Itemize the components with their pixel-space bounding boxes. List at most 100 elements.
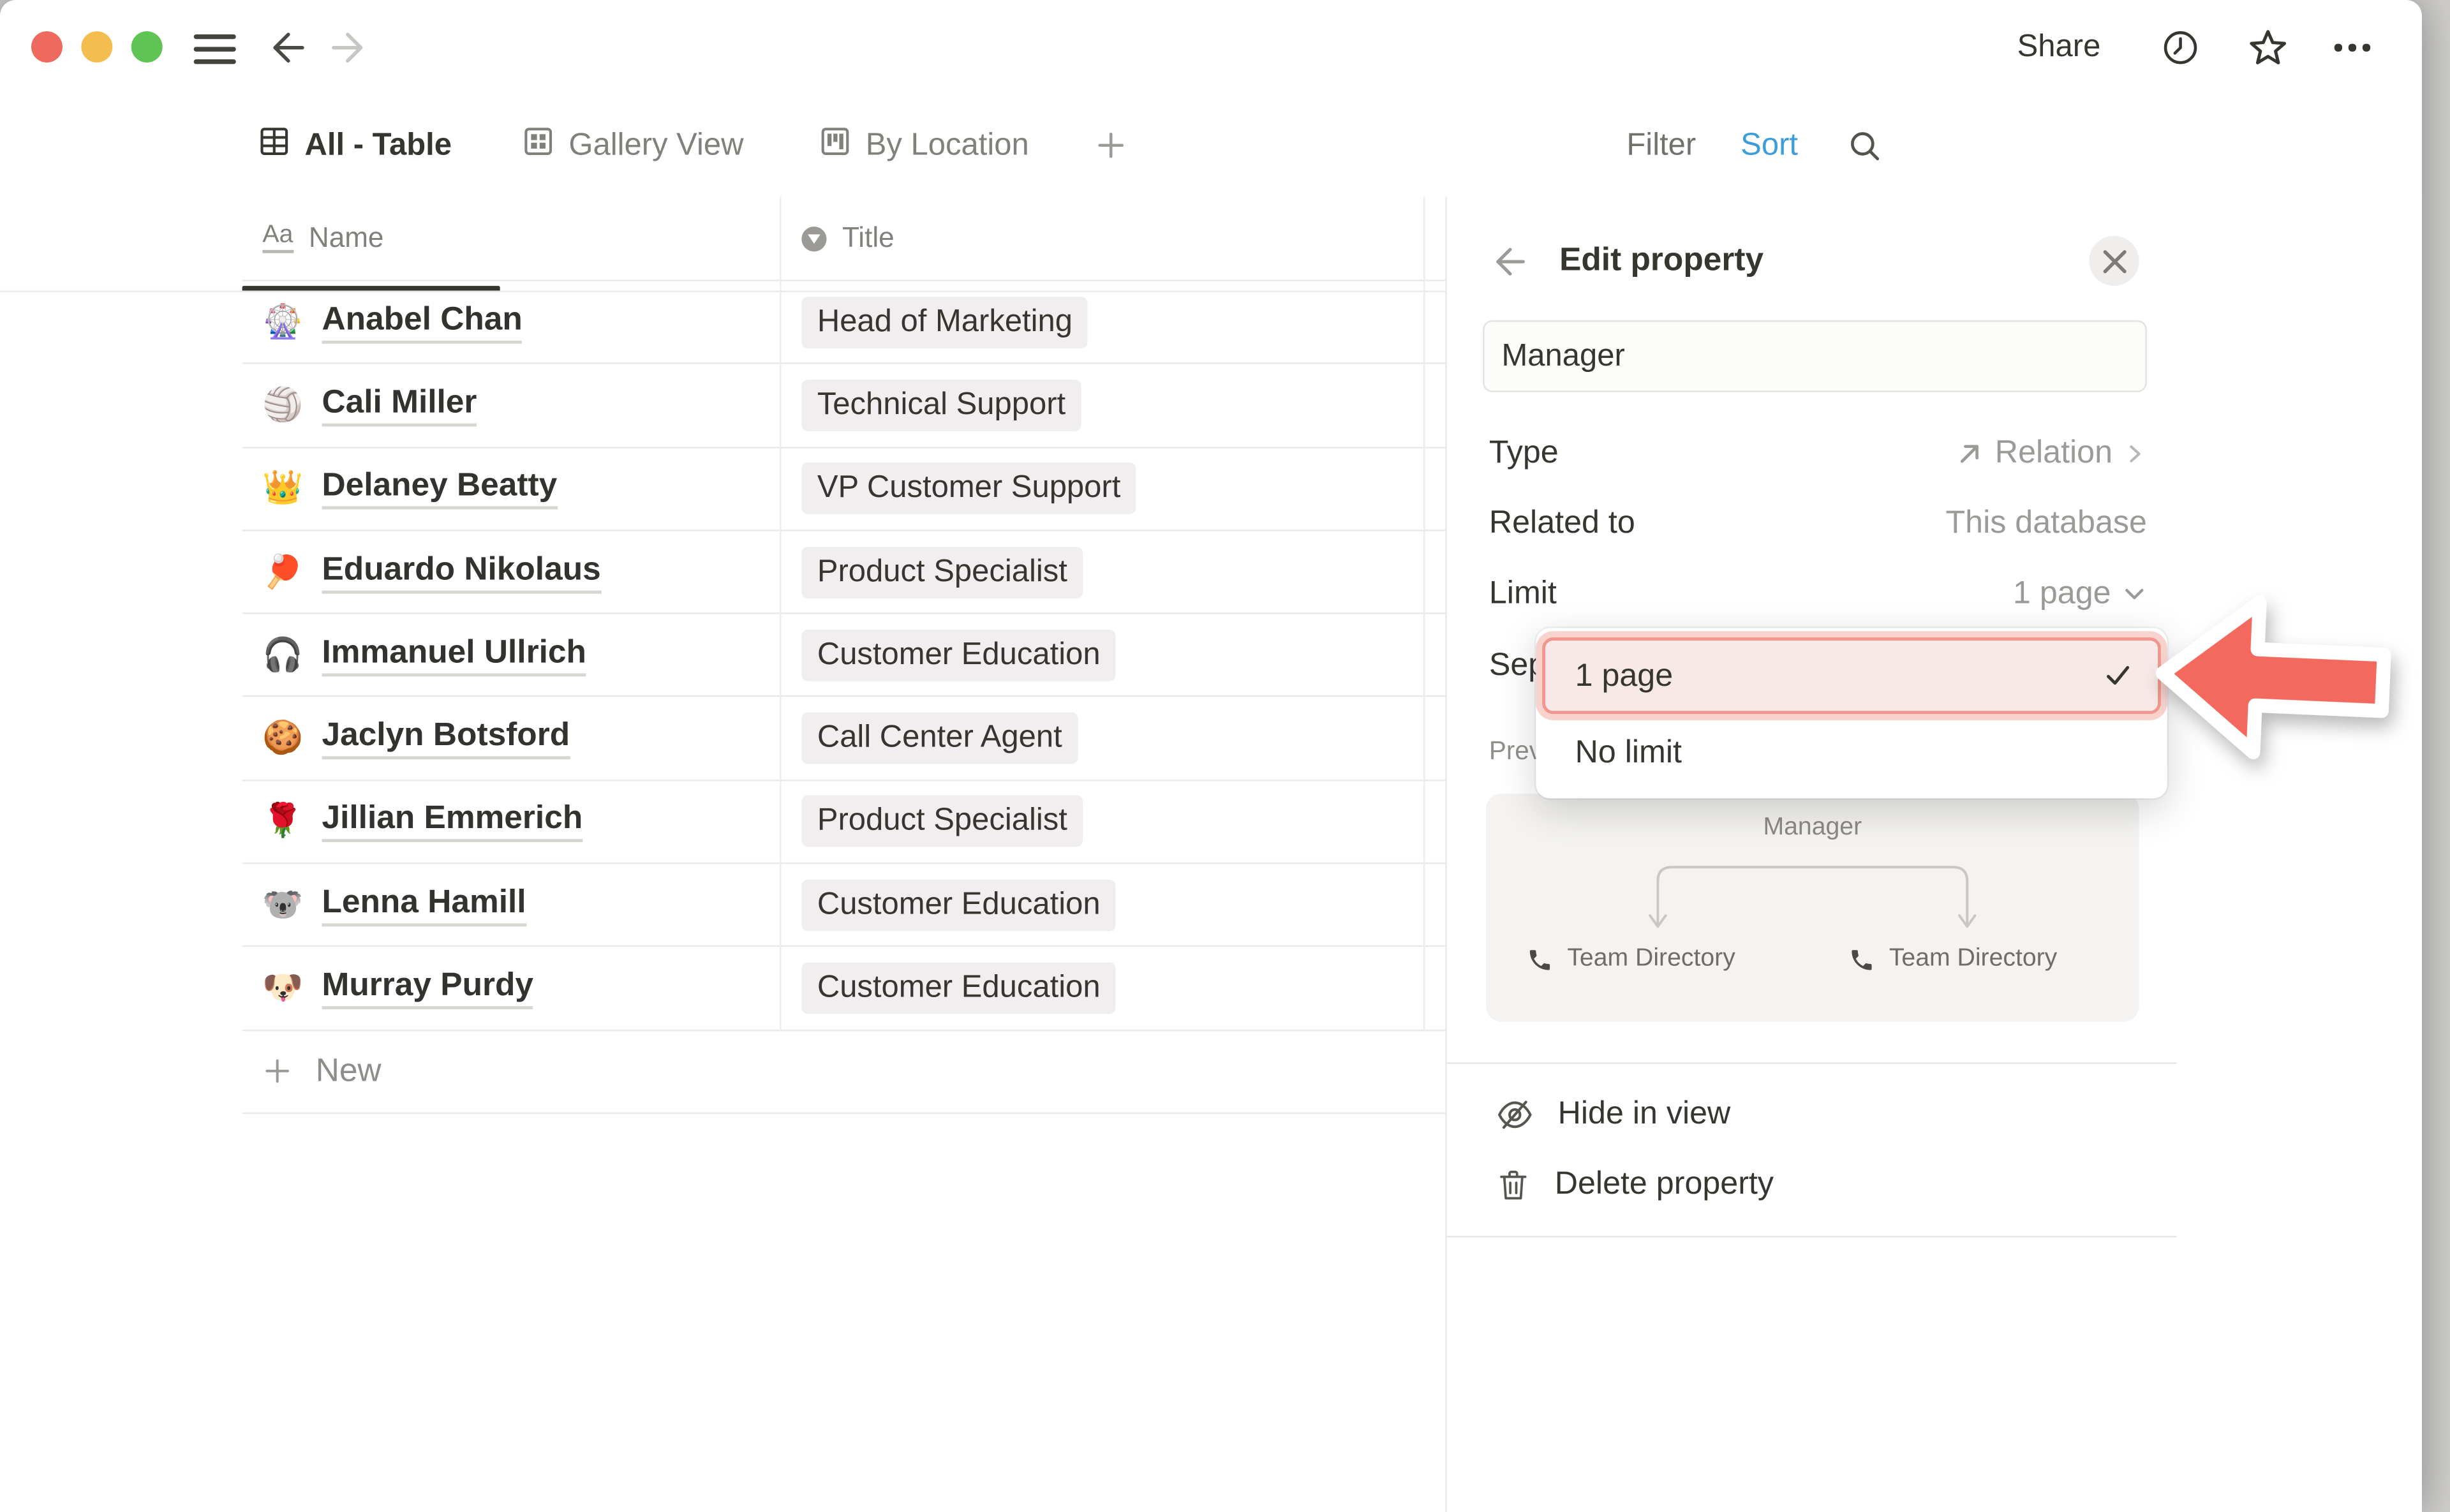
- name-cell[interactable]: 🏓Eduardo Nikolaus: [242, 551, 780, 593]
- text-property-icon: Aa: [262, 223, 293, 253]
- zoom-window-button[interactable]: [131, 31, 163, 63]
- page-emoji-icon: 🌹: [262, 805, 303, 838]
- page-emoji-icon: 👑: [262, 472, 303, 505]
- page-emoji-icon: 🏐: [262, 389, 303, 422]
- trash-icon: [1496, 1166, 1531, 1202]
- tab-gallery-view[interactable]: Gallery View: [522, 97, 744, 194]
- traffic-lights: [31, 31, 163, 63]
- dropdown-option-no-limit[interactable]: No limit: [1542, 719, 2161, 788]
- table-row: 🏐Cali Miller Technical Support: [242, 364, 1446, 448]
- table-header-row: Aa Name Title: [242, 197, 1446, 281]
- title-cell[interactable]: VP Customer Support: [780, 463, 1423, 514]
- title-cell[interactable]: Product Specialist: [780, 546, 1423, 598]
- title-cell[interactable]: Customer Education: [780, 963, 1423, 1014]
- column-header-title[interactable]: Title: [780, 222, 1423, 255]
- table-view-icon: [258, 124, 290, 167]
- column-divider[interactable]: [780, 197, 781, 1032]
- page-emoji-icon: 🎧: [262, 639, 303, 671]
- search-icon[interactable]: [1847, 97, 1883, 194]
- phone-icon: [1848, 946, 1875, 973]
- hide-in-view-button[interactable]: Hide in view: [1483, 1079, 2155, 1148]
- preview-bracket-arrows: [1647, 856, 1978, 939]
- field-row-type[interactable]: Type Relation: [1483, 419, 2147, 487]
- title-cell[interactable]: Call Center Agent: [780, 713, 1423, 764]
- column-header-name[interactable]: Aa Name: [242, 222, 780, 255]
- panel-divider: [1447, 1236, 2177, 1237]
- preview-child-left: Team Directory: [1527, 945, 1735, 974]
- property-name-input[interactable]: [1483, 320, 2147, 392]
- table-row: 🌹Jillian Emmerich Product Specialist: [242, 781, 1446, 864]
- minimize-window-button[interactable]: [81, 31, 112, 63]
- sort-button[interactable]: Sort: [1741, 97, 1798, 194]
- name-cell[interactable]: 🐨Lenna Hamill: [242, 884, 780, 926]
- view-tabbar: All - Table Gallery View By Location Fil…: [0, 97, 2422, 195]
- dropdown-option-1-page[interactable]: 1 page: [1542, 637, 2161, 714]
- title-cell[interactable]: Head of Marketing: [780, 296, 1423, 348]
- panel-back-icon[interactable]: [1490, 242, 1529, 289]
- new-row-button[interactable]: New: [242, 1031, 1446, 1115]
- add-view-button[interactable]: [1094, 97, 1128, 194]
- name-cell[interactable]: 🎧Immanuel Ullrich: [242, 634, 780, 676]
- name-cell[interactable]: 🌹Jillian Emmerich: [242, 801, 780, 843]
- page-emoji-icon: 🍪: [262, 722, 303, 755]
- title-cell[interactable]: Product Specialist: [780, 796, 1423, 848]
- annotation-arrow-left: [2151, 586, 2396, 778]
- phone-icon: [1527, 946, 1554, 973]
- page-emoji-icon: 🏓: [262, 556, 303, 588]
- edit-property-panel: Edit property Type Relation Related to T…: [1445, 197, 2422, 1512]
- table-row: 🐨Lenna Hamill Customer Education: [242, 864, 1446, 947]
- select-property-icon: [801, 226, 826, 251]
- page-emoji-icon: 🐶: [262, 972, 303, 1004]
- tab-by-location[interactable]: By Location: [819, 97, 1028, 194]
- field-row-related-to[interactable]: Related to This database: [1483, 489, 2147, 558]
- relation-arrow-icon: [1954, 438, 1984, 468]
- name-cell[interactable]: 🏐Cali Miller: [242, 384, 780, 426]
- title-cell[interactable]: Customer Education: [780, 879, 1423, 931]
- plus-icon: [262, 1057, 292, 1087]
- preview-root-label: Manager: [1486, 814, 2139, 842]
- relation-preview-card: Manager Team Directory Team Directory: [1486, 794, 2139, 1022]
- close-window-button[interactable]: [31, 31, 63, 63]
- database-table: Aa Name Title 🎡Anabel Chan Head of Marke…: [242, 197, 1446, 1115]
- chevron-right-icon: [2123, 441, 2147, 465]
- table-row: 🎧Immanuel Ullrich Customer Education: [242, 614, 1446, 698]
- delete-property-button[interactable]: Delete property: [1483, 1150, 2155, 1219]
- filter-button[interactable]: Filter: [1626, 97, 1696, 194]
- table-row: 👑Delaney Beatty VP Customer Support: [242, 448, 1446, 531]
- titlebar: Share: [0, 0, 2422, 97]
- close-icon: [2102, 249, 2126, 273]
- clipped-label-preview: Prev: [1489, 737, 1542, 767]
- title-cell[interactable]: Customer Education: [780, 630, 1423, 681]
- column-divider[interactable]: [1423, 197, 1425, 1032]
- name-cell[interactable]: 🎡Anabel Chan: [242, 301, 780, 343]
- chevron-down-icon: [2122, 581, 2147, 606]
- screen: Share All - Table Gallery View: [0, 0, 2450, 1512]
- panel-divider: [1447, 1062, 2177, 1064]
- field-row-limit[interactable]: Limit 1 page: [1483, 560, 2147, 628]
- page-emoji-icon: 🐨: [262, 889, 303, 921]
- board-view-icon: [819, 124, 851, 167]
- title-cell[interactable]: Technical Support: [780, 380, 1423, 431]
- name-cell[interactable]: 🐶Murray Purdy: [242, 967, 780, 1009]
- limit-dropdown-menu: 1 page No limit: [1536, 628, 2167, 798]
- panel-close-button[interactable]: [2089, 236, 2139, 286]
- panel-title: Edit property: [1559, 242, 1763, 280]
- checkmark-icon: [2103, 661, 2133, 691]
- back-icon[interactable]: [267, 27, 309, 77]
- share-button[interactable]: Share: [2017, 30, 2101, 66]
- more-options-icon[interactable]: [2335, 44, 2370, 51]
- table-row: 🍪Jaclyn Botsford Call Center Agent: [242, 697, 1446, 781]
- page-emoji-icon: 🎡: [262, 306, 303, 338]
- forward-icon[interactable]: [327, 27, 369, 77]
- table-row: 🐶Murray Purdy Customer Education: [242, 947, 1446, 1031]
- preview-child-right: Team Directory: [1848, 945, 2057, 974]
- app-window: Share All - Table Gallery View: [0, 0, 2422, 1512]
- updates-clock-icon[interactable]: [2161, 28, 2200, 75]
- name-cell[interactable]: 👑Delaney Beatty: [242, 468, 780, 510]
- sidebar-toggle-icon[interactable]: [194, 34, 236, 64]
- name-cell[interactable]: 🍪Jaclyn Botsford: [242, 717, 780, 759]
- table-row: 🏓Eduardo Nikolaus Product Specialist: [242, 531, 1446, 614]
- gallery-view-icon: [522, 124, 554, 167]
- tab-all-table[interactable]: All - Table: [258, 97, 452, 194]
- favorite-star-icon[interactable]: [2247, 27, 2289, 77]
